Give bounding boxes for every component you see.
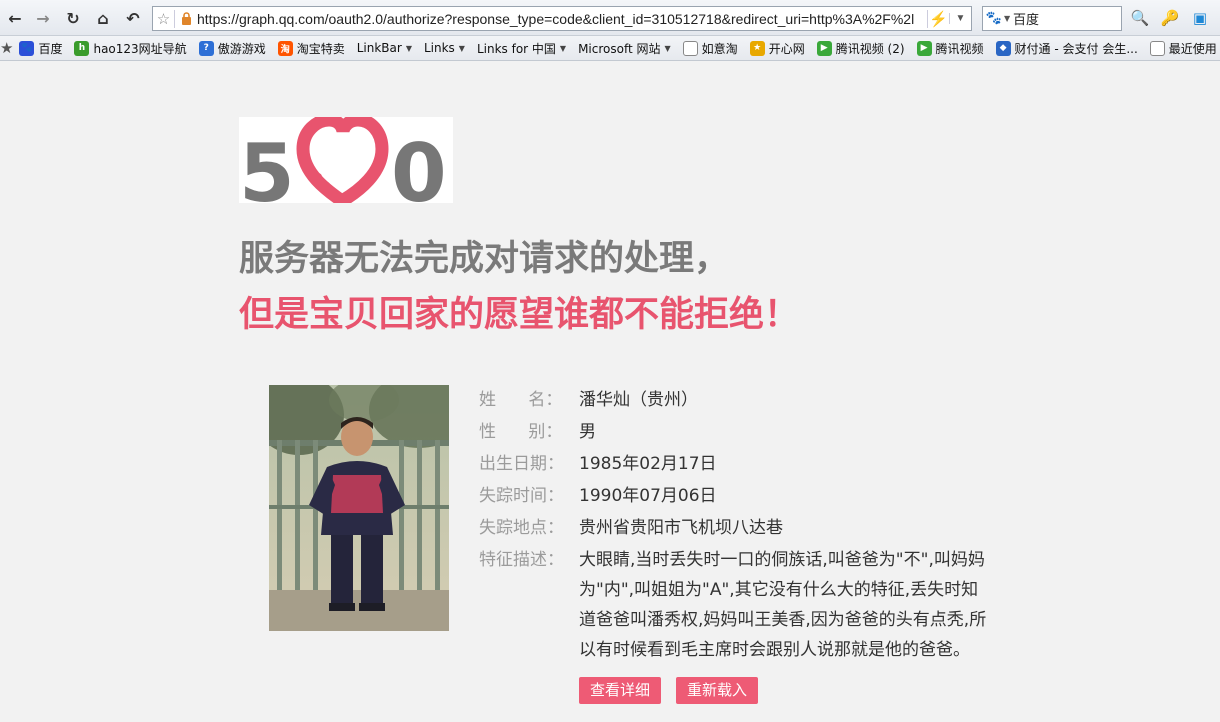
forward-arrow-icon[interactable]: → — [32, 7, 54, 29]
refresh-icon[interactable]: ↻ — [62, 7, 84, 29]
info-row: 失踪地点： 贵州省贵阳市飞机坝八达巷 — [479, 512, 999, 544]
view-details-button[interactable]: 查看详细 — [579, 677, 662, 704]
hao123-icon: h — [74, 40, 90, 56]
action-buttons: 查看详细 重新载入 — [579, 677, 759, 704]
favorites-star-icon[interactable]: ★ — [0, 39, 13, 57]
logo-500-svg: 5 0 — [239, 117, 447, 203]
taobao-icon: 淘 — [277, 40, 293, 56]
tenpay-shield-icon: ◆ — [995, 40, 1011, 56]
dropdown-caret-icon: ▼ — [559, 43, 567, 53]
info-value: 男 — [579, 422, 596, 442]
logo-digit-0: 0 — [391, 127, 447, 203]
bookmark-item[interactable]: Links ▼ — [418, 36, 471, 60]
translate-icon[interactable]: ▣ — [1190, 8, 1210, 28]
bookmark-label: Links — [423, 41, 455, 55]
tencent-video-icon: ▶ — [916, 40, 932, 56]
info-label: 出生日期： — [479, 454, 564, 474]
info-label: 性 别： — [479, 422, 563, 442]
bookmark-label: 腾讯视频 — [935, 41, 984, 56]
info-label: 失踪地点： — [479, 518, 564, 538]
maxthon-game-icon: ? — [198, 40, 214, 56]
bookmark-item[interactable]: 如意淘 — [677, 36, 744, 60]
tencent-video-icon: ▶ — [816, 40, 832, 56]
bookmark-item[interactable]: Microsoft 网站 ▼ — [572, 36, 677, 60]
bookmark-label: 如意淘 — [701, 41, 738, 56]
lightning-icon[interactable]: ⚡ — [927, 9, 949, 28]
info-row: 性 别： 男 — [479, 416, 999, 448]
bookmark-label: 最近使用 — [1168, 41, 1217, 56]
lock-icon — [175, 12, 197, 25]
search-box[interactable]: 🐾 ▼ 百度 — [982, 6, 1122, 31]
info-row: 出生日期： 1985年02月17日 — [479, 448, 999, 480]
bookmark-label: Microsoft 网站 — [578, 41, 661, 56]
info-label: 姓 名： — [479, 390, 563, 410]
info-row: 特征描述： 大眼睛,当时丢失时一口的侗族话,叫爸爸为"不",叫妈妈为"内",叫姐姐… — [479, 544, 999, 665]
missing-child-photo — [269, 385, 449, 631]
logo-digit-5: 5 — [239, 127, 295, 203]
info-value: 大眼睛,当时丢失时一口的侗族话,叫爸爸为"不",叫妈妈为"内",叫姐姐为"A",… — [579, 550, 987, 660]
back-arrow-icon[interactable]: ← — [4, 7, 26, 29]
baidu-paw-icon: 🐾 — [19, 40, 35, 56]
bookmark-label: 百度 — [38, 41, 63, 56]
key-icon[interactable]: 🔑 — [1160, 8, 1180, 28]
info-row: 姓 名： 潘华灿（贵州） — [479, 384, 999, 416]
info-value: 贵州省贵阳市飞机坝八达巷 — [579, 518, 783, 538]
bookmark-label: hao123网址导航 — [93, 41, 187, 56]
info-label: 失踪时间： — [479, 486, 564, 506]
reload-button[interactable]: 重新载入 — [676, 677, 759, 704]
bookmark-label: 开心网 — [768, 41, 805, 56]
user-search-icon[interactable]: 🔍 — [1130, 8, 1150, 28]
bookmark-item[interactable]: LinkBar ▼ — [351, 36, 418, 60]
logo-500: 5 0 — [239, 117, 453, 203]
browser-toolbar: ← → ↻ ⌂ ↶ ☆ https://graph.qq.com/oauth2.… — [0, 0, 1220, 36]
bookmark-label: LinkBar — [356, 41, 402, 55]
bookmark-item[interactable]: ? 傲游游戏 — [193, 36, 272, 60]
bookmark-item[interactable]: 最近使用 — [1144, 36, 1220, 60]
missing-child-info: 姓 名： 潘华灿（贵州） 性 别： 男出生日期： 1985年02月17日 失踪时间： 199… — [479, 384, 999, 665]
bookmark-label: 淘宝特卖 — [296, 41, 345, 56]
home-icon[interactable]: ⌂ — [92, 7, 114, 29]
bookmarks-bar: ★ 🐾 百度 h hao123网址导航? 傲游游戏淘淘宝特卖 LinkBar ▼ Links ▼… — [0, 36, 1220, 61]
dropdown-caret-icon: ▼ — [664, 43, 671, 53]
favorite-star-icon[interactable]: ☆ — [153, 9, 175, 28]
kaixin-icon: ★ — [749, 40, 765, 56]
heart-icon — [296, 117, 389, 203]
info-value: 1985年02月17日 — [579, 454, 717, 474]
info-row: 失踪时间： 1990年07月06日 — [479, 480, 999, 512]
bookmark-item[interactable]: ★ 开心网 — [744, 36, 811, 60]
bookmark-label: Links for 中国 — [476, 41, 556, 56]
dropdown-caret-icon: ▼ — [405, 43, 412, 53]
error-page: 5 0 服务器无法完成对请求的处理， 但是宝贝回家的愿望谁都不能拒绝！ 姓 名：… — [0, 62, 1220, 722]
headline-secondary: 但是宝贝回家的愿望谁都不能拒绝！ — [239, 295, 800, 335]
info-value: 潘华灿（贵州） — [579, 390, 698, 410]
address-dropdown-icon[interactable]: ▼ — [949, 13, 971, 24]
baidu-paw-icon[interactable]: 🐾 ▼ — [983, 11, 1013, 26]
dropdown-caret-icon: ▼ — [458, 43, 465, 53]
bookmark-item[interactable]: h hao123网址导航 — [68, 36, 192, 60]
address-bar[interactable]: ☆ https://graph.qq.com/oauth2.0/authoriz… — [152, 6, 972, 31]
bookmark-label: 傲游游戏 — [217, 41, 266, 56]
bookmark-label: 腾讯视频 (2) — [835, 41, 905, 56]
bookmark-label: 财付通 - 会支付 会生... — [1014, 41, 1138, 56]
bookmark-item[interactable]: Links for 中国 ▼ — [471, 36, 572, 60]
bookmark-item[interactable]: ▶ 腾讯视频 (2) — [811, 36, 911, 60]
bookmark-item[interactable]: 🐾 百度 — [13, 36, 68, 60]
page-icon — [1149, 40, 1165, 56]
page-icon — [682, 40, 698, 56]
bookmark-item[interactable]: 淘淘宝特卖 — [272, 36, 351, 60]
bookmark-item[interactable]: ◆ 财付通 - 会支付 会生... — [990, 36, 1144, 60]
info-label: 特征描述： — [479, 550, 564, 570]
bookmark-item[interactable]: ▶ 腾讯视频 — [911, 36, 990, 60]
address-url[interactable]: https://graph.qq.com/oauth2.0/authorize?… — [197, 11, 927, 27]
search-input[interactable]: 百度 — [1013, 9, 1039, 28]
info-value: 1990年07月06日 — [579, 486, 717, 506]
undo-icon[interactable]: ↶ — [122, 7, 144, 29]
headline-primary: 服务器无法完成对请求的处理， — [239, 239, 730, 279]
